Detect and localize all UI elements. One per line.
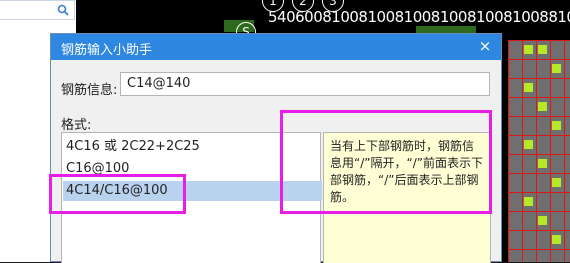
grid-block	[552, 235, 561, 244]
dimension-text: 5406008100810081008100810081008810080960	[268, 8, 570, 26]
dialog-title: 钢筋输入小助手	[61, 43, 153, 58]
rebar-info-input[interactable]: C14@140	[120, 72, 490, 96]
format-label: 格式:	[61, 118, 92, 133]
rebar-info-label: 钢筋信息:	[61, 83, 118, 98]
rebar-grid	[508, 40, 570, 262]
grid-block	[524, 83, 533, 92]
grid-block	[524, 140, 533, 149]
annotation-box-selected	[49, 174, 186, 214]
grid-block	[538, 102, 547, 111]
close-icon[interactable]: ×	[477, 37, 493, 55]
grid-block	[538, 159, 547, 168]
annotation-box-hint	[280, 110, 492, 214]
grid-block	[538, 216, 547, 225]
search-input[interactable]	[0, 0, 75, 20]
grid-block	[552, 178, 561, 187]
grid-block	[524, 197, 533, 206]
dialog-titlebar[interactable]: 钢筋输入小助手 ×	[51, 34, 501, 60]
grid-block	[524, 45, 533, 54]
grid-block	[552, 64, 561, 73]
search-icon[interactable]	[56, 3, 70, 17]
grid-block	[538, 45, 547, 54]
grid-block	[552, 121, 561, 130]
